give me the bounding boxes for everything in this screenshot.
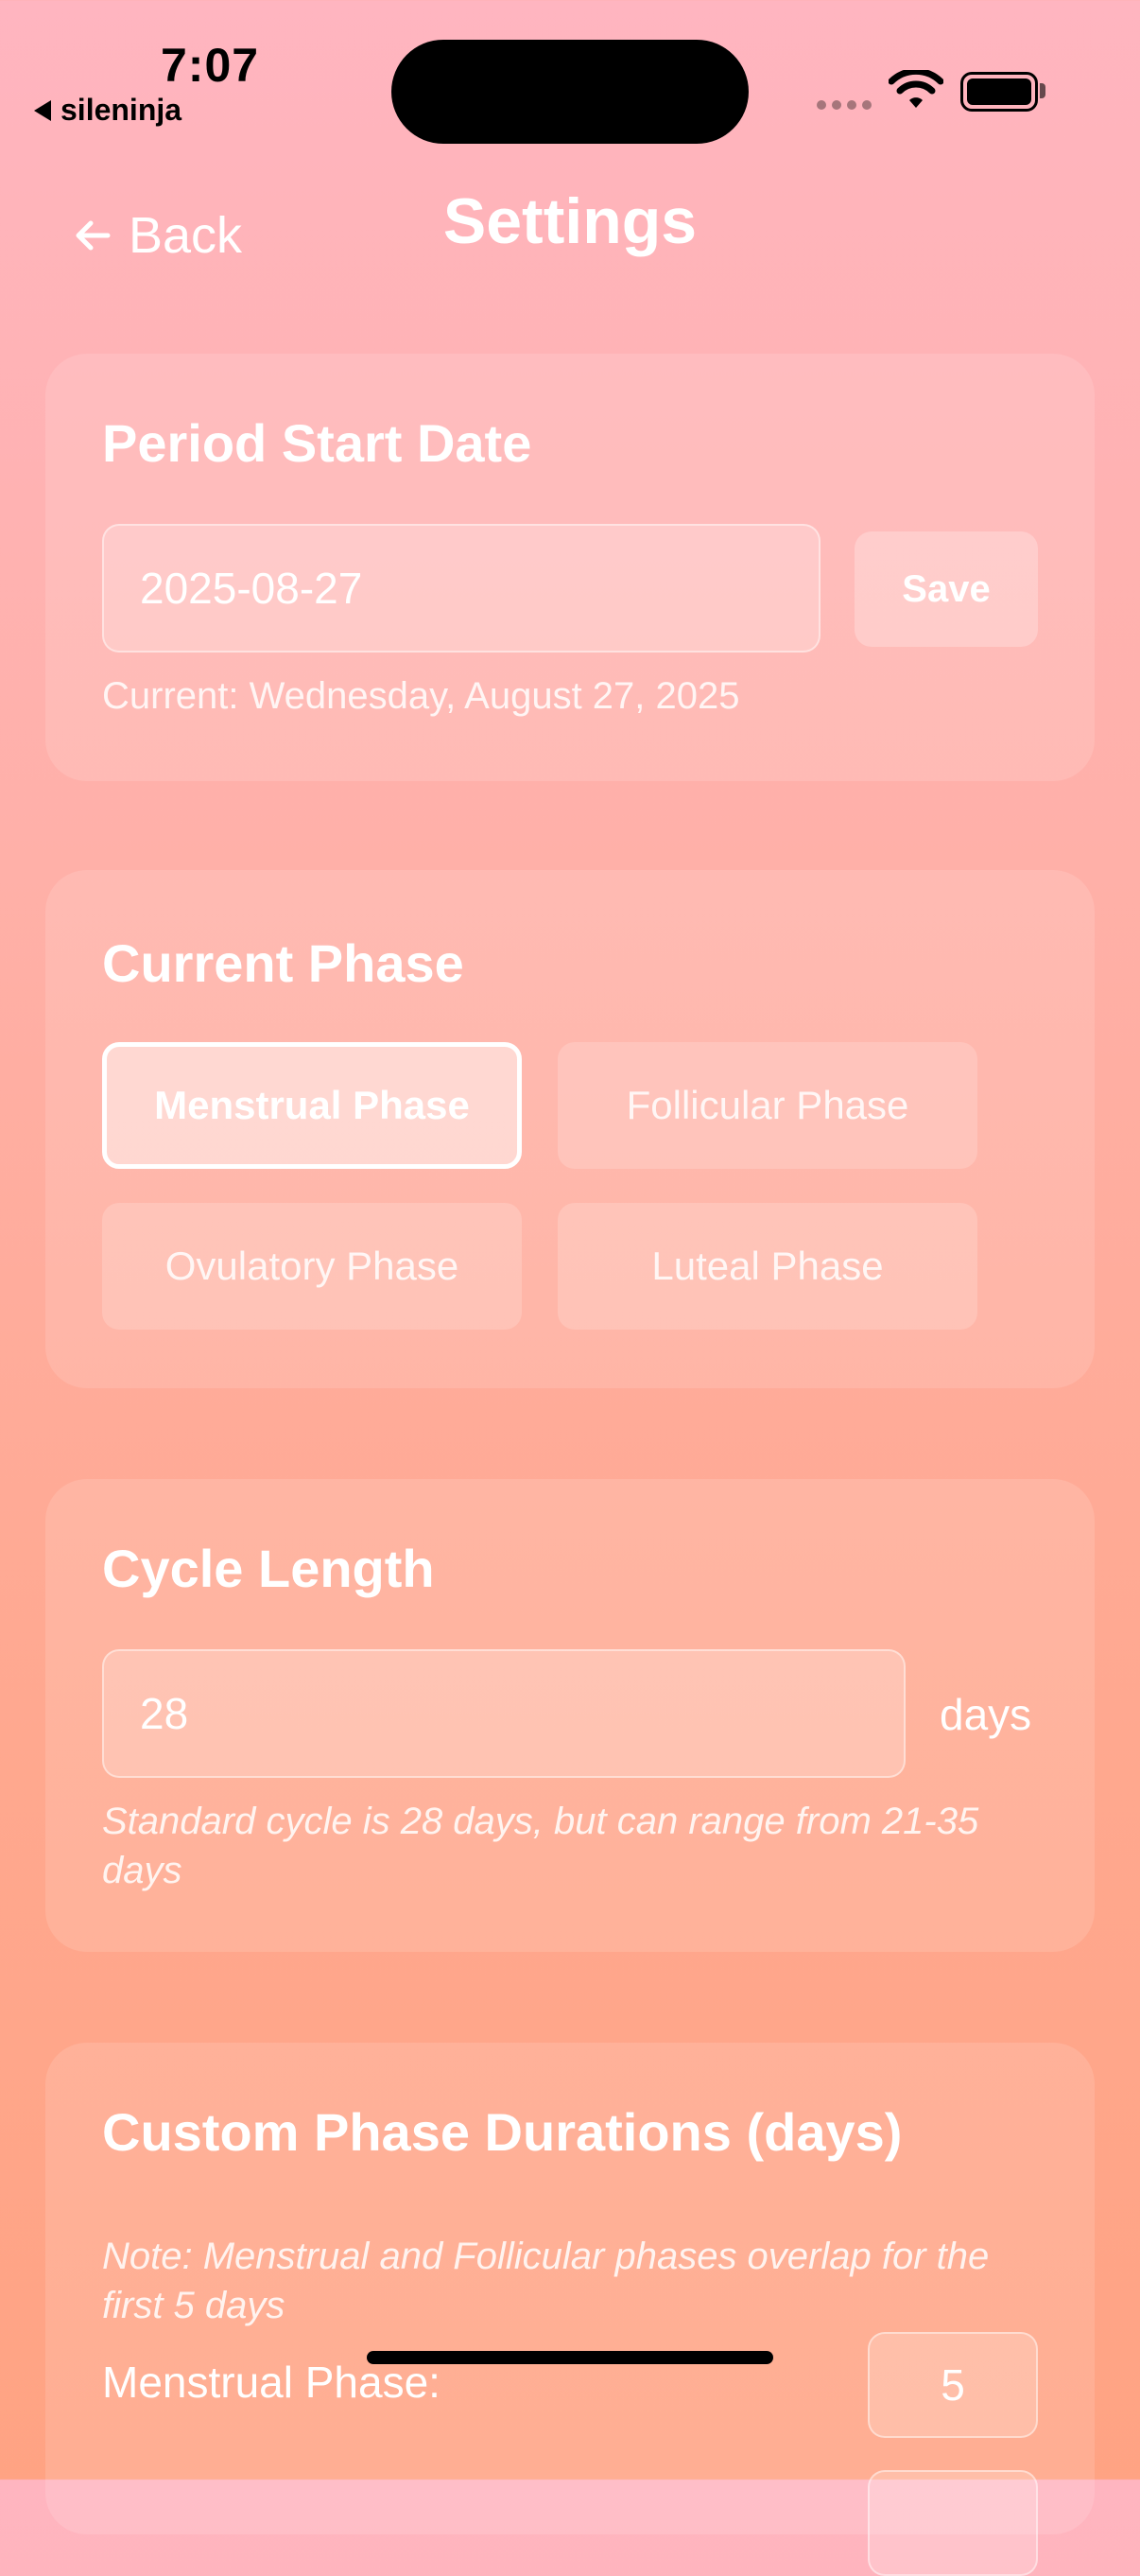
period-start-date-input[interactable]: 2025-08-27 xyxy=(102,524,820,653)
custom-durations-title: Custom Phase Durations (days) xyxy=(102,2102,903,2162)
battery-tip xyxy=(1040,83,1045,98)
phase-option-luteal[interactable]: Luteal Phase xyxy=(558,1203,977,1330)
phase-option-ovulatory[interactable]: Ovulatory Phase xyxy=(102,1203,522,1330)
menstrual-duration-label: Menstrual Phase: xyxy=(102,2358,440,2407)
phase-option-follicular[interactable]: Follicular Phase xyxy=(558,1042,977,1169)
home-indicator[interactable] xyxy=(367,2351,773,2364)
current-phase-card: Current Phase Menstrual Phase Follicular… xyxy=(45,870,1095,1388)
save-button[interactable]: Save xyxy=(855,531,1038,647)
phase-option-menstrual[interactable]: Menstrual Phase xyxy=(102,1042,522,1169)
current-date-text: Current: Wednesday, August 27, 2025 xyxy=(102,675,740,717)
cycle-length-units: days xyxy=(940,1690,1032,1739)
current-phase-title: Current Phase xyxy=(102,933,464,993)
custom-durations-card: Custom Phase Durations (days) Note: Mens… xyxy=(45,2043,1095,2576)
status-time: 7:07 xyxy=(161,39,260,92)
back-triangle-icon xyxy=(34,99,51,121)
cycle-length-card: Cycle Length 28 days Standard cycle is 2… xyxy=(45,1479,1095,1952)
cycle-length-title: Cycle Length xyxy=(102,1539,435,1598)
back-to-app-link[interactable]: sileninja xyxy=(34,93,181,128)
next-duration-input[interactable] xyxy=(868,2470,1038,2576)
period-start-title: Period Start Date xyxy=(102,413,532,473)
custom-durations-note: Note: Menstrual and Follicular phases ov… xyxy=(102,2236,990,2326)
menstrual-duration-input[interactable]: 5 xyxy=(868,2332,1038,2438)
back-app-label: sileninja xyxy=(60,93,182,127)
page-title: Settings xyxy=(442,185,698,257)
battery-icon xyxy=(960,72,1038,112)
dynamic-island xyxy=(391,40,749,144)
cycle-length-hint: Standard cycle is 28 days, but can range… xyxy=(102,1801,979,1891)
cellular-signal-icon xyxy=(817,100,872,110)
period-start-card: Period Start Date 2025-08-27 Save Curren… xyxy=(45,354,1095,781)
wifi-icon xyxy=(889,70,943,108)
cycle-length-input[interactable]: 28 xyxy=(102,1649,906,1778)
